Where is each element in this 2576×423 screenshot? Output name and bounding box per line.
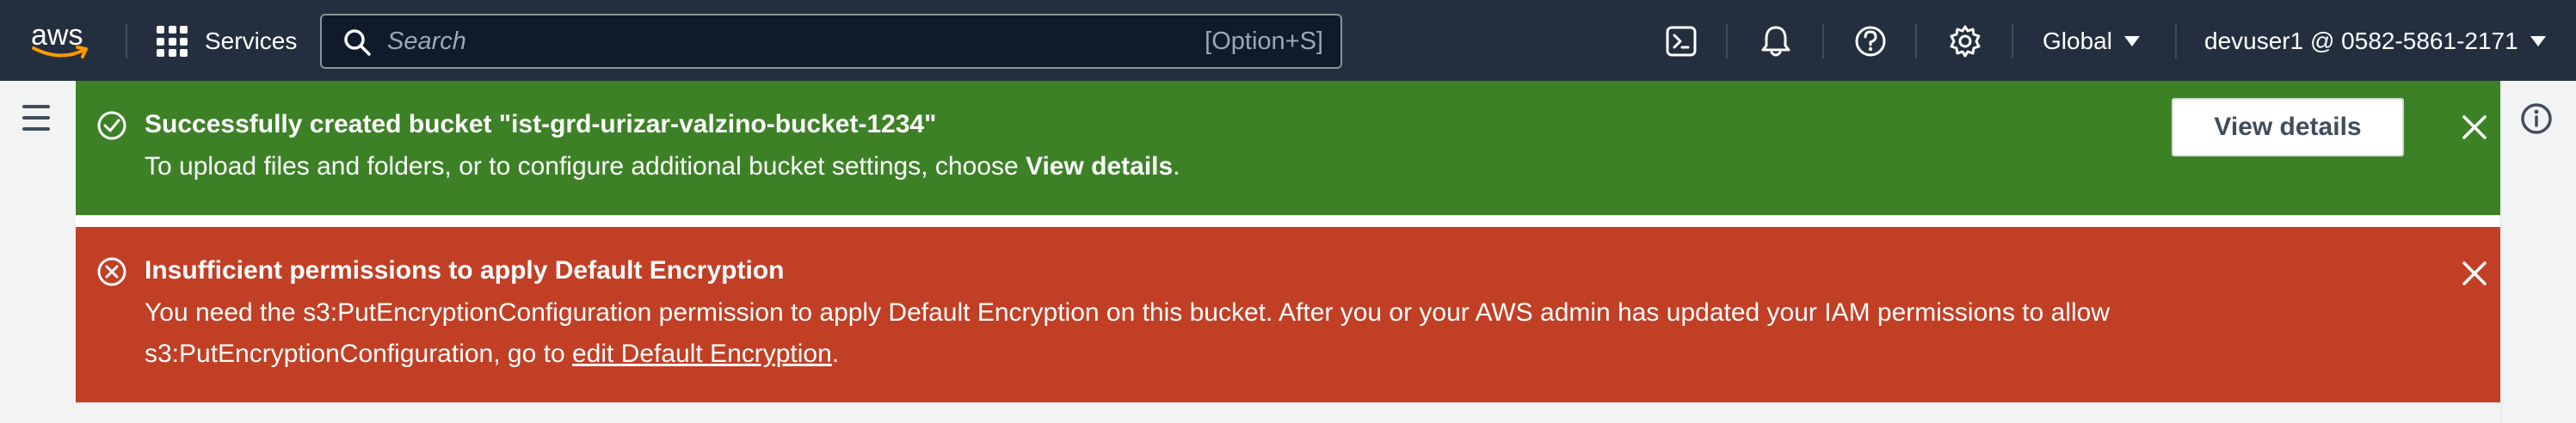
error-x-circle-icon <box>97 257 126 286</box>
cloudshell-icon <box>1666 26 1697 57</box>
content-panel-edge <box>76 402 2500 423</box>
services-grid-icon <box>157 26 188 57</box>
nav-divider <box>2012 24 2013 58</box>
account-menu[interactable]: devuser1 @ 0582-5861-2171 <box>2204 24 2546 58</box>
bell-icon <box>1761 26 1790 57</box>
aws-logo[interactable]: aws <box>31 19 96 64</box>
nav-divider <box>1726 24 1728 58</box>
search-icon <box>344 29 371 56</box>
top-navigation: aws Services [Option+S] <box>0 0 2576 81</box>
account-label: devuser1 @ 0582-5861-2171 <box>2204 28 2518 54</box>
gear-icon <box>1950 25 1981 58</box>
success-flash-body-bold: View details <box>1025 152 1174 181</box>
side-navigation-toggle[interactable] <box>19 105 55 132</box>
view-details-button[interactable]: View details <box>2172 98 2404 156</box>
hamburger-menu-icon <box>22 105 50 108</box>
nav-divider <box>1915 24 1917 58</box>
nav-divider <box>2175 24 2177 58</box>
success-flash-body-suffix: . <box>1173 152 1180 181</box>
info-icon[interactable] <box>2519 101 2554 136</box>
cloudshell-button[interactable] <box>1662 22 1700 60</box>
region-selector[interactable]: Global <box>2043 24 2140 58</box>
success-flash-title: Successfully created bucket "ist-grd-uri… <box>145 110 937 138</box>
error-flash-body-line1: You need the s3:PutEncryptionConfigurati… <box>145 298 2111 327</box>
settings-button[interactable] <box>1946 22 1984 60</box>
error-flash-body-line2: s3:PutEncryptionConfiguration, go to edi… <box>145 334 839 375</box>
services-menu-button[interactable]: Services <box>157 24 297 58</box>
error-flash-body-text: s3:PutEncryptionConfiguration, go to <box>145 340 572 368</box>
notifications-button[interactable] <box>1757 22 1795 60</box>
success-flash-banner: Successfully created bucket "ist-grd-uri… <box>76 81 2500 215</box>
search-shortcut-hint: [Option+S] <box>1205 28 1323 55</box>
success-flash-body: To upload files and folders, or to confi… <box>145 146 1180 187</box>
flash-separator <box>76 215 2500 227</box>
tools-panel-divider <box>2500 81 2502 423</box>
region-label: Global <box>2043 28 2112 54</box>
close-icon[interactable] <box>2457 110 2492 144</box>
search-bar[interactable]: [Option+S] <box>320 14 1342 69</box>
nav-divider <box>1822 24 1824 58</box>
help-button[interactable] <box>1852 22 1889 60</box>
aws-smile-icon <box>32 46 88 58</box>
error-flash-banner: Insufficient permissions to apply Defaul… <box>76 227 2500 402</box>
nav-divider <box>126 24 127 58</box>
success-flash-body-text: To upload files and folders, or to confi… <box>145 152 1026 181</box>
edit-default-encryption-link[interactable]: edit Default Encryption <box>572 340 832 368</box>
search-input[interactable] <box>387 15 1075 67</box>
success-check-icon <box>97 111 126 140</box>
error-flash-body-suffix: . <box>831 340 840 368</box>
error-flash-title: Insufficient permissions to apply Defaul… <box>145 256 785 285</box>
caret-down-icon <box>2123 36 2140 46</box>
help-icon <box>1855 26 1886 57</box>
caret-down-icon <box>2530 36 2546 46</box>
services-label: Services <box>205 28 298 54</box>
close-icon[interactable] <box>2457 256 2492 291</box>
